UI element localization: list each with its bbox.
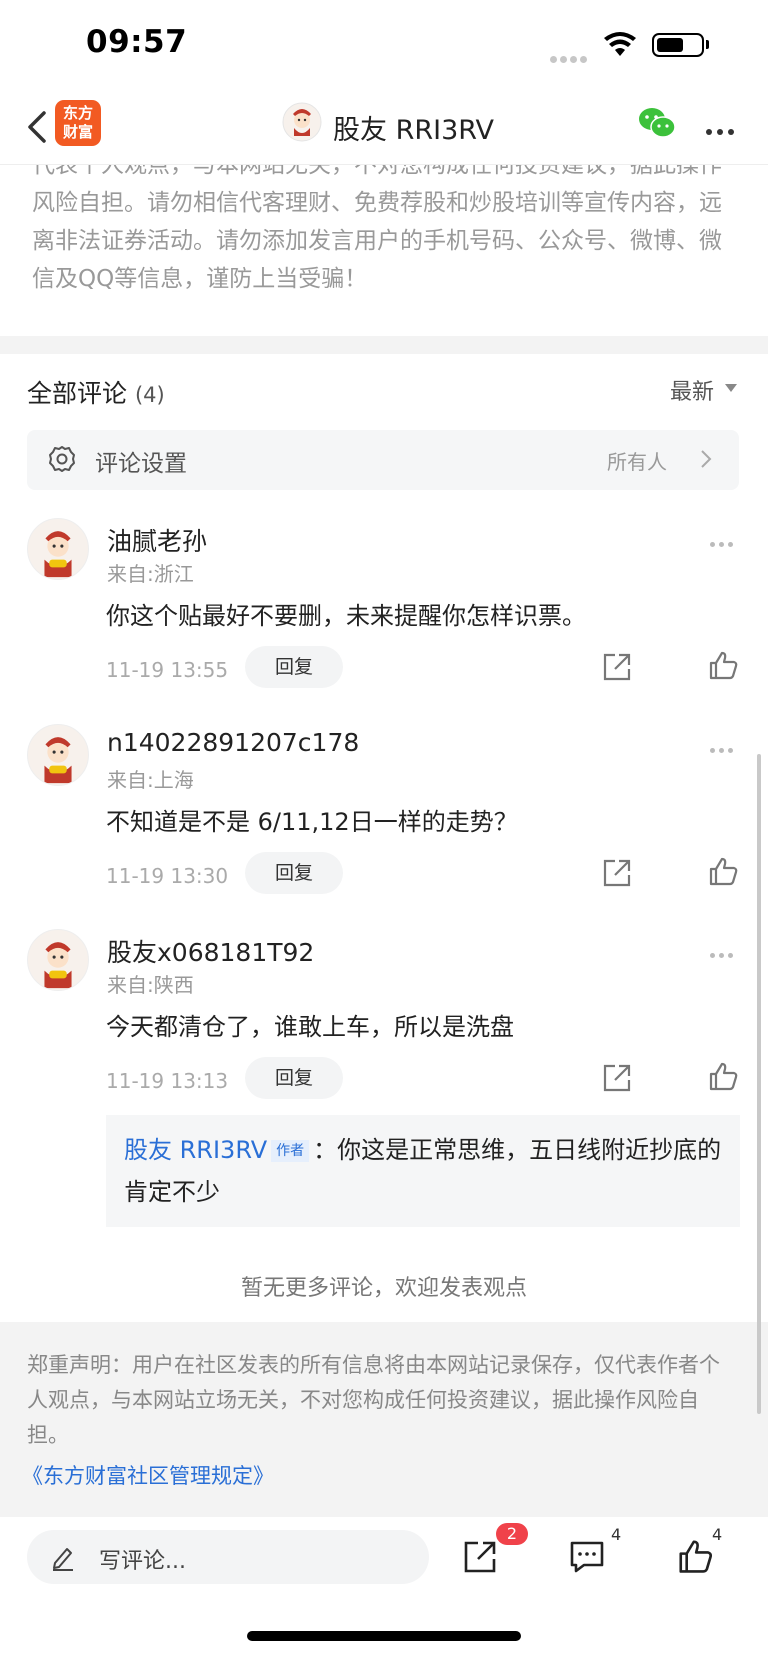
user-avatar[interactable] <box>27 724 89 786</box>
battery-cap <box>706 40 709 49</box>
comment-username[interactable]: n14022891207c178 <box>107 728 359 757</box>
battery-icon <box>652 33 704 57</box>
comment-settings-row[interactable]: 评论设置 所有人 <box>27 430 739 490</box>
reply-separator: ： <box>313 1136 338 1164</box>
gear-icon <box>49 446 75 472</box>
pencil-icon <box>53 1548 73 1571</box>
author-reply[interactable]: 股友 RRI3RV 作者 ：你这是正常思维，五日线附近抄底的肯定不少 <box>106 1115 740 1227</box>
comment-username[interactable]: 股友x068181T92 <box>107 933 314 969</box>
comment-more-icon[interactable] <box>710 943 737 962</box>
comment-item: n14022891207c178 来自:上海 不知道是不是 6/11,12日一样… <box>0 724 768 929</box>
reply-button[interactable]: 回复 <box>245 852 343 894</box>
like-icon[interactable] <box>707 649 739 681</box>
like-icon[interactable] <box>707 1060 739 1092</box>
comment-location: 来自:陕西 <box>107 973 194 997</box>
like-count: 4 <box>712 1525 723 1544</box>
share-icon[interactable] <box>601 857 633 889</box>
comments-header: 全部评论 (4) <box>27 374 165 410</box>
app-logo[interactable]: 东方 财富 <box>55 100 101 146</box>
logo-line-1: 东方 <box>62 104 93 122</box>
user-avatar[interactable] <box>27 929 89 991</box>
comment-item: 油腻老孙 来自:浙江 你这个贴最好不要删，未来提醒你怎样识票。 11-19 13… <box>0 518 768 723</box>
share-icon[interactable] <box>601 1062 633 1094</box>
section-divider <box>0 336 768 354</box>
comment-count: 4 <box>611 1525 622 1544</box>
status-bar: 09:57 <box>0 0 768 90</box>
footer-disclaimer-text: 郑重声明：用户在社区发表的所有信息将由本网站记录保存，仅代表作者个人观点，与本网… <box>27 1353 720 1447</box>
more-options-icon[interactable] <box>706 120 739 139</box>
caret-down-icon[interactable] <box>725 384 737 392</box>
author-badge: 作者 <box>271 1140 310 1162</box>
comment-time: 11-19 13:13 <box>106 1069 229 1093</box>
reply-button[interactable]: 回复 <box>245 646 343 688</box>
top-disclaimer: 代表个人观点，与本网站无关，不对您构成任何投资建议，据此操作风险自担。请勿相信代… <box>32 152 722 292</box>
author-reply-text-block: 股友 RRI3RV 作者 ：你这是正常思维，五日线附近抄底的肯定不少 <box>124 1129 724 1213</box>
back-arrow-icon[interactable] <box>22 107 58 147</box>
share-icon[interactable] <box>601 651 633 683</box>
bottom-action-bar: 写评论... 2 4 4 <box>0 1517 768 1662</box>
comment-text: 不知道是不是 6/11,12日一样的走势？ <box>106 808 518 836</box>
comments-count: (4) <box>134 383 165 407</box>
community-rules-link[interactable]: 《东方财富社区管理规定》 <box>22 1460 274 1490</box>
comment-text: 今天都清仓了，谁敢上车，所以是洗盘 <box>106 1013 514 1041</box>
page-title: 股友 RRI3RV <box>333 115 494 146</box>
settings-value: 所有人 <box>607 450 667 474</box>
comment-time: 11-19 13:30 <box>106 864 229 888</box>
settings-label: 评论设置 <box>95 451 187 477</box>
comment-location: 来自:上海 <box>107 768 194 792</box>
reply-button[interactable]: 回复 <box>245 1057 343 1099</box>
home-indicator <box>247 1631 521 1641</box>
comment-more-icon[interactable] <box>710 738 737 757</box>
author-avatar[interactable] <box>282 102 322 142</box>
no-more-comments: 暂无更多评论，欢迎发表观点 <box>240 1276 527 1301</box>
comment-location: 来自:浙江 <box>107 562 194 586</box>
write-comment-input[interactable]: 写评论... <box>27 1530 429 1584</box>
like-icon[interactable] <box>707 855 739 887</box>
logo-line-2: 财富 <box>62 123 93 141</box>
comment-username[interactable]: 油腻老孙 <box>107 522 207 558</box>
write-comment-placeholder: 写评论... <box>99 1549 186 1574</box>
reply-author-name[interactable]: 股友 RRI3RV <box>124 1136 267 1164</box>
comment-more-icon[interactable] <box>710 532 737 551</box>
like-icon[interactable] <box>676 1537 714 1575</box>
share-icon[interactable] <box>462 1539 498 1575</box>
status-time: 09:57 <box>86 24 188 60</box>
chevron-right-icon <box>701 450 712 468</box>
scrollbar[interactable] <box>757 754 761 1414</box>
wifi-icon <box>604 32 636 56</box>
comment-time: 11-19 13:55 <box>106 658 229 682</box>
comment-icon[interactable] <box>568 1539 606 1575</box>
footer-disclaimer: 郑重声明：用户在社区发表的所有信息将由本网站记录保存，仅代表作者个人观点，与本网… <box>0 1322 768 1517</box>
comment-item: 股友x068181T92 来自:陕西 今天都清仓了，谁敢上车，所以是洗盘 11-… <box>0 929 768 1134</box>
share-count-badge: 2 <box>496 1523 528 1545</box>
wechat-icon[interactable] <box>638 106 676 140</box>
cellular-signal-icon <box>550 48 590 67</box>
comments-title: 全部评论 <box>27 379 128 408</box>
sort-selector[interactable]: 最新 <box>670 374 714 406</box>
user-avatar[interactable] <box>27 518 89 580</box>
nav-bar: 东方 财富 股友 RRI3RV <box>0 90 768 165</box>
comment-text: 你这个贴最好不要删，未来提醒你怎样识票。 <box>106 602 586 630</box>
